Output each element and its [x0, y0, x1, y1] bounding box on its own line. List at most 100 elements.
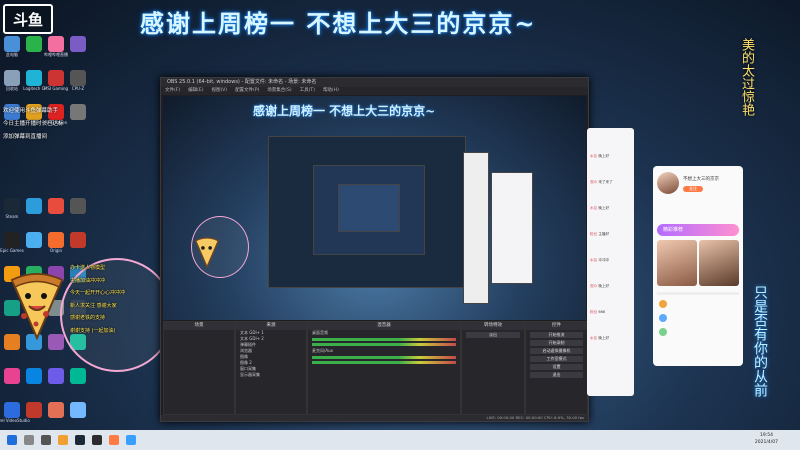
obs-titlebar[interactable]: OBS 25.0.1 (64-bit, windows) - 配置文件: 未命名…: [161, 78, 588, 87]
danmaku-item: 感谢老铁的支持: [70, 315, 106, 321]
chat-user-name[interactable]: 水友: [590, 206, 597, 210]
douyu-taskbar-icon[interactable]: [109, 435, 119, 445]
desktop-icon-glyph: [70, 70, 86, 86]
side-text-bottom: 只是否有你的从前: [752, 285, 768, 397]
overlay-title: 感谢上周榜一 不想上大三的京京~: [140, 9, 537, 38]
virtual-camera-button[interactable]: 启动虚拟摄像机: [530, 348, 583, 354]
menu-help[interactable]: 帮助(H): [323, 87, 339, 95]
desktop-icon-glyph: [70, 198, 86, 214]
clock-time: 19:54: [759, 433, 773, 438]
chat-text: 晚上好: [598, 206, 610, 210]
desktop-icon[interactable]: [60, 368, 96, 402]
desktop-icon[interactable]: [60, 36, 96, 70]
menu-tools[interactable]: 工具(T): [300, 87, 315, 95]
douyu-logo: 斗鱼: [3, 4, 53, 34]
room-thumbnail[interactable]: [699, 240, 739, 286]
menu-profile[interactable]: 配置文件(P): [235, 87, 259, 95]
scenes-dock: 场景: [163, 321, 235, 415]
sources-dock: 来源 文本 GDI+ 1 文本 GDI+ 2 弹幕插件 浏览器 图像 图像 2 …: [235, 321, 307, 415]
chat-user-name[interactable]: 粉丝: [590, 310, 597, 314]
danmaku-item: 主播加油冲冲冲: [70, 277, 106, 284]
profile-panel[interactable]: 不想上大三的京京 关注 精彩推荐: [653, 166, 743, 366]
source-item[interactable]: 显示器采集: [236, 372, 306, 378]
desktop-icon[interactable]: [60, 198, 96, 232]
notification-list: 欢迎使用斗鱼弹幕助手 今日主播开播时长已达标 添加弹幕到直播间: [3, 105, 103, 144]
chat-user-name[interactable]: 水友: [590, 258, 597, 262]
preview-danmaku-frame: [191, 216, 249, 278]
chat-text: 晚上好: [598, 154, 610, 158]
nested-obs-window: [268, 136, 466, 288]
chat-user-name[interactable]: 水友: [590, 336, 597, 340]
mixer-volume-slider[interactable]: [312, 361, 456, 364]
notification-2: 今日主播开播时长已达标: [3, 121, 64, 127]
desktop-icon-glyph: [70, 402, 86, 418]
studio-mode-button[interactable]: 工作室模式: [530, 356, 583, 362]
desktop-icon-glyph: [70, 368, 86, 384]
chat-text: 来了来了: [598, 180, 613, 184]
mixer-dock: 混音器 桌面音频 麦克风/Aux: [307, 321, 461, 415]
steam-icon[interactable]: [75, 435, 85, 445]
profile-name: 不想上大三的京京: [683, 177, 719, 182]
scenes-dock-header: 场景: [164, 322, 234, 330]
room-thumbnail[interactable]: [657, 240, 697, 286]
chat-user-name[interactable]: 粉丝: [590, 232, 597, 236]
desktop-icon[interactable]: [60, 232, 96, 266]
follow-button[interactable]: 关注: [683, 186, 703, 192]
file-explorer-icon[interactable]: [58, 435, 68, 445]
windows-start-icon[interactable]: [7, 435, 17, 445]
desktop-icon-glyph: [70, 232, 86, 248]
avatar[interactable]: [657, 172, 679, 194]
transitions-dock-header: 转场特效: [462, 322, 524, 330]
search-icon[interactable]: [24, 435, 34, 445]
menu-edit[interactable]: 编辑(E): [188, 87, 203, 95]
preview-chat-panel: [463, 152, 489, 304]
mixer-track-label: 桌面音频: [312, 330, 328, 335]
mixer-meter: [312, 356, 456, 359]
chat-text: 冲冲冲: [598, 258, 610, 262]
chat-lines: 水友 晚上好 观众 来了来了 水友 晚上好 粉丝 主播好 水友 冲冲冲 观众 晚上好 粉丝 …: [587, 154, 634, 362]
task-view-icon[interactable]: [41, 435, 51, 445]
preview-profile-panel: [491, 172, 533, 284]
obs-window[interactable]: OBS 25.0.1 (64-bit, windows) - 配置文件: 未命名…: [160, 77, 589, 422]
chat-user-name[interactable]: 观众: [590, 284, 597, 288]
taskbar-clock[interactable]: 19:54 2021/4/07: [755, 432, 778, 446]
desktop-icon-glyph: [70, 36, 86, 52]
chat-user-name[interactable]: 观众: [590, 180, 597, 184]
pizza-mascot-icon: [10, 273, 64, 340]
chat-text: 主播好: [598, 232, 610, 236]
obs-taskbar-icon[interactable]: [92, 435, 102, 445]
mixer-volume-slider[interactable]: [312, 343, 456, 346]
fan-avatar: [659, 328, 667, 336]
menu-scene-collection[interactable]: 场景集合(S): [267, 87, 291, 95]
recommend-banner[interactable]: 精彩推荐: [657, 224, 739, 236]
desktop-icon[interactable]: CPU-Z: [60, 70, 96, 104]
settings-button[interactable]: 设置: [530, 364, 583, 370]
obs-status-bar: LIVE: 00:00:00 REC: 00:00:00 CPU: 8.9%, …: [161, 415, 588, 421]
clock-date: 2021/4/07: [754, 440, 778, 445]
exit-button[interactable]: 退出: [530, 372, 583, 378]
notification-1: 欢迎使用斗鱼弹幕助手: [3, 108, 59, 114]
sources-dock-header: 来源: [236, 322, 306, 330]
browser-icon[interactable]: [126, 435, 136, 445]
nested-obs-window-3: [338, 184, 400, 232]
transition-select[interactable]: 淡出: [466, 332, 520, 338]
desktop-icon-label: CPU-Z: [71, 86, 85, 91]
mixer-meter: [312, 338, 456, 341]
menu-view[interactable]: 视图(V): [211, 87, 227, 95]
notification-3: 添加弹幕到直播间: [3, 134, 48, 140]
danmaku-list: 办卡送人物模型 主播加油冲冲冲 今天一起开开心心冲冲冲 新人求关注 感谢大家 感…: [70, 262, 160, 337]
danmaku-item: 今天一起开开心心冲冲冲: [70, 290, 126, 296]
start-streaming-button[interactable]: 开始推流: [530, 332, 583, 338]
chat-text: 晚上好: [598, 336, 610, 340]
obs-preview[interactable]: 感谢上周榜一 不想上大三的京京~: [163, 96, 586, 320]
mixer-dock-header: 混音器: [308, 322, 460, 330]
preview-overlay-title: 感谢上周榜一 不想上大三的京京~: [253, 104, 436, 118]
menu-file[interactable]: 文件(F): [165, 87, 180, 95]
chat-user-name[interactable]: 水友: [590, 154, 597, 158]
danmaku-item: 办卡送人物模型: [70, 265, 106, 271]
taskbar: 19:54 2021/4/07: [0, 430, 800, 450]
nested-obs-window-2: [313, 165, 425, 255]
start-recording-button[interactable]: 开始录制: [530, 340, 583, 346]
side-text-top: 美的太过惊艳: [739, 38, 754, 116]
chat-panel[interactable]: 水友 晚上好 观众 来了来了 水友 晚上好 粉丝 主播好 水友 冲冲冲 观众 晚上好 粉丝 …: [587, 128, 634, 396]
